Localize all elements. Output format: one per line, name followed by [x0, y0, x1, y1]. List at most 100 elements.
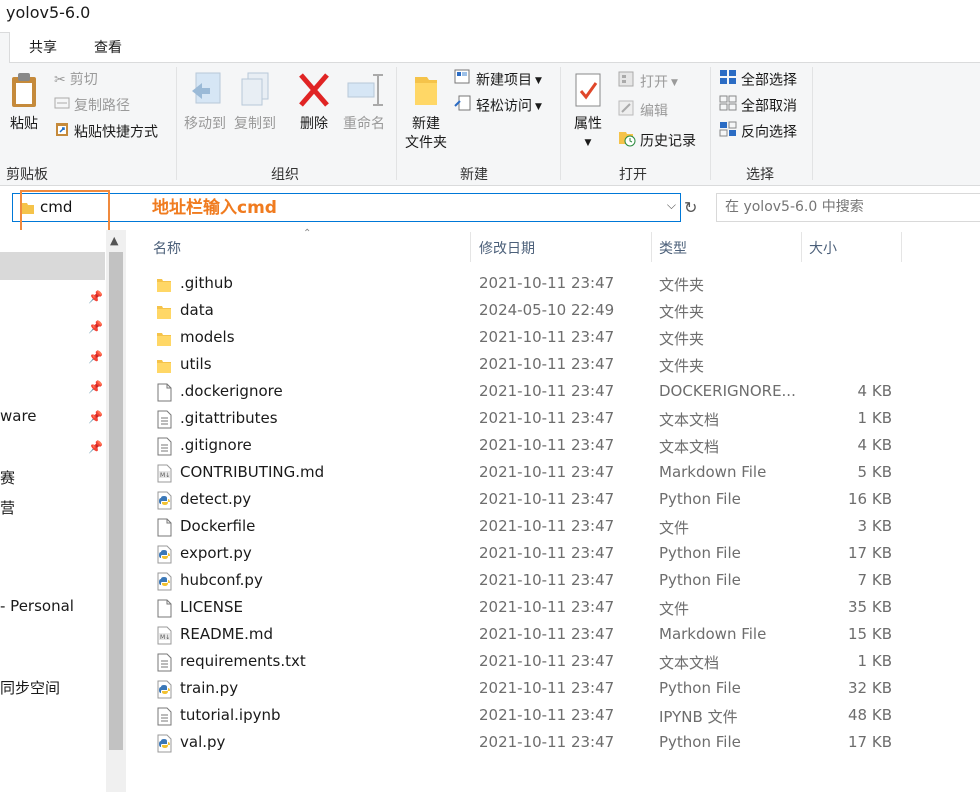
column-header-name[interactable]: 名称 [153, 238, 181, 258]
pin-icon[interactable]: 📌 [88, 350, 103, 364]
file-name: train.py [180, 679, 239, 697]
cut-button[interactable]: ✂ 剪切 [54, 69, 98, 91]
file-name: detect.py [180, 490, 252, 508]
new-folder-label-1: 新建 [412, 116, 440, 132]
chevron-down-icon[interactable]: ⌵ [667, 198, 676, 213]
file-date: 2021-10-11 23:47 [479, 598, 615, 616]
python-file-icon [156, 545, 172, 564]
properties-button[interactable]: 属性 ▼ [569, 71, 607, 154]
file-name: .gitattributes [180, 409, 278, 427]
file-type: Python File [659, 679, 741, 697]
sort-ascending-icon: ⌃ [303, 228, 312, 239]
file-type: 文本文档 [659, 411, 720, 429]
file-name: utils [180, 355, 212, 373]
history-button[interactable]: 历史记录 [618, 129, 696, 151]
file-type: IPYNB 文件 [659, 708, 738, 726]
refresh-icon[interactable]: ↻ [684, 198, 704, 218]
chevron-down-icon: ▼ [535, 101, 542, 112]
select-all-button[interactable]: 全部选择 [719, 69, 797, 91]
column-divider[interactable] [801, 232, 802, 262]
pin-icon[interactable]: 📌 [88, 440, 103, 454]
new-item-button[interactable]: 新建项目 ▼ [454, 69, 542, 91]
file-name: tutorial.ipynb [180, 706, 281, 724]
column-divider[interactable] [901, 232, 902, 262]
file-row[interactable]: .gitignore 2021-10-11 23:47 文本文档 4 KB [128, 433, 980, 460]
group-divider [560, 67, 561, 180]
file-name: README.md [180, 625, 274, 643]
file-row[interactable]: detect.py 2021-10-11 23:47 Python File 16 K… [128, 487, 980, 514]
file-row[interactable]: utils 2021-10-11 23:47 文件夹 [128, 352, 980, 379]
file-row[interactable]: Dockerfile 2021-10-11 23:47 文件 3 KB [128, 514, 980, 541]
column-divider[interactable] [651, 232, 652, 262]
column-header-size[interactable]: 大小 [809, 238, 837, 258]
file-name: CONTRIBUTING.md [180, 463, 325, 481]
select-none-button[interactable]: 全部取消 [719, 95, 797, 117]
nav-scrollbar[interactable]: ▲ [106, 230, 126, 792]
file-row[interactable]: models 2021-10-11 23:47 文件夹 [128, 325, 980, 352]
file-row[interactable]: M↓ CONTRIBUTING.md 2021-10-11 23:47 Markdow… [128, 460, 980, 487]
file-row[interactable]: hubconf.py 2021-10-11 23:47 Python File 7 K… [128, 568, 980, 595]
pin-icon[interactable]: 📌 [88, 320, 103, 334]
pin-icon[interactable]: 📌 [88, 380, 103, 394]
file-size: 1 KB [857, 409, 892, 427]
file-row[interactable]: val.py 2021-10-11 23:47 Python File 17 KB [128, 730, 980, 757]
file-row[interactable]: train.py 2021-10-11 23:47 Python File 32 KB [128, 676, 980, 703]
column-header-type[interactable]: 类型 [659, 238, 687, 258]
nav-selected-item[interactable] [0, 252, 105, 280]
chevron-down-icon: ▼ [584, 138, 592, 148]
file-row[interactable]: data 2024-05-10 22:49 文件夹 [128, 298, 980, 325]
nav-item[interactable]: 赛 [0, 467, 15, 488]
delete-button[interactable]: 删除 [296, 71, 332, 134]
rename-button[interactable]: 重命名 [340, 71, 388, 134]
scrollbar-thumb[interactable] [109, 252, 123, 750]
paste-icon [12, 73, 36, 107]
nav-item[interactable]: ware [0, 407, 37, 425]
file-row[interactable]: .gitattributes 2021-10-11 23:47 文本文档 1 KB [128, 406, 980, 433]
file-size: 17 KB [848, 733, 892, 751]
group-divider [176, 67, 177, 180]
new-folder-button[interactable]: 新建 文件夹 [402, 71, 450, 153]
delete-label: 删除 [300, 116, 328, 132]
nav-item[interactable]: - Personal [0, 597, 74, 615]
file-type: Python File [659, 733, 741, 751]
nav-item[interactable]: 同步空间 [0, 677, 60, 698]
move-to-button[interactable]: 移动到 [182, 71, 228, 134]
search-box[interactable] [716, 193, 980, 222]
tab-view[interactable]: 查看 [94, 37, 122, 57]
column-divider[interactable] [470, 232, 471, 262]
easy-access-button[interactable]: 轻松访问 ▼ [454, 95, 542, 117]
file-type: 文件夹 [659, 276, 705, 294]
search-input[interactable] [725, 199, 975, 215]
file-row[interactable]: requirements.txt 2021-10-11 23:47 文本文档 1 KB [128, 649, 980, 676]
file-row[interactable]: .github 2021-10-11 23:47 文件夹 [128, 271, 980, 298]
address-bar[interactable]: ⌵ [12, 193, 681, 222]
paste-label: 粘贴 [10, 116, 38, 132]
file-row[interactable]: tutorial.ipynb 2021-10-11 23:47 IPYNB 文件 48… [128, 703, 980, 730]
pin-icon[interactable]: 📌 [88, 410, 103, 424]
file-row[interactable]: export.py 2021-10-11 23:47 Python File 17 K… [128, 541, 980, 568]
tab-share[interactable]: 共享 [29, 37, 57, 57]
paste-button[interactable]: 粘贴 [6, 71, 42, 134]
file-row[interactable]: LICENSE 2021-10-11 23:47 文件 35 KB [128, 595, 980, 622]
pin-icon[interactable]: 📌 [88, 290, 103, 304]
copy-to-icon [241, 72, 269, 106]
organize-group-label: 组织 [271, 167, 299, 183]
file-name: export.py [180, 544, 252, 562]
column-header-date[interactable]: 修改日期 [479, 238, 535, 258]
copy-to-button[interactable]: 复制到 [232, 71, 278, 134]
file-row[interactable]: M↓ README.md 2021-10-11 23:47 Markdown File… [128, 622, 980, 649]
tab-file[interactable] [0, 32, 10, 64]
nav-item[interactable]: 营 [0, 497, 15, 518]
edit-label: 编辑 [640, 103, 668, 120]
chevron-down-icon: ▼ [535, 75, 542, 86]
chevron-up-icon[interactable]: ▲ [110, 234, 118, 247]
copy-path-button[interactable]: 复制路径 [54, 95, 130, 117]
paste-shortcut-button[interactable]: 粘贴快捷方式 [54, 121, 158, 143]
folder-icon [156, 356, 172, 375]
open-button[interactable]: 打开 ▼ [618, 71, 678, 93]
paste-shortcut-label: 粘贴快捷方式 [74, 124, 158, 141]
file-date: 2021-10-11 23:47 [479, 490, 615, 508]
invert-selection-button[interactable]: 反向选择 [719, 121, 797, 143]
file-row[interactable]: .dockerignore 2021-10-11 23:47 DOCKERIGNOR… [128, 379, 980, 406]
edit-button[interactable]: 编辑 [618, 100, 668, 122]
